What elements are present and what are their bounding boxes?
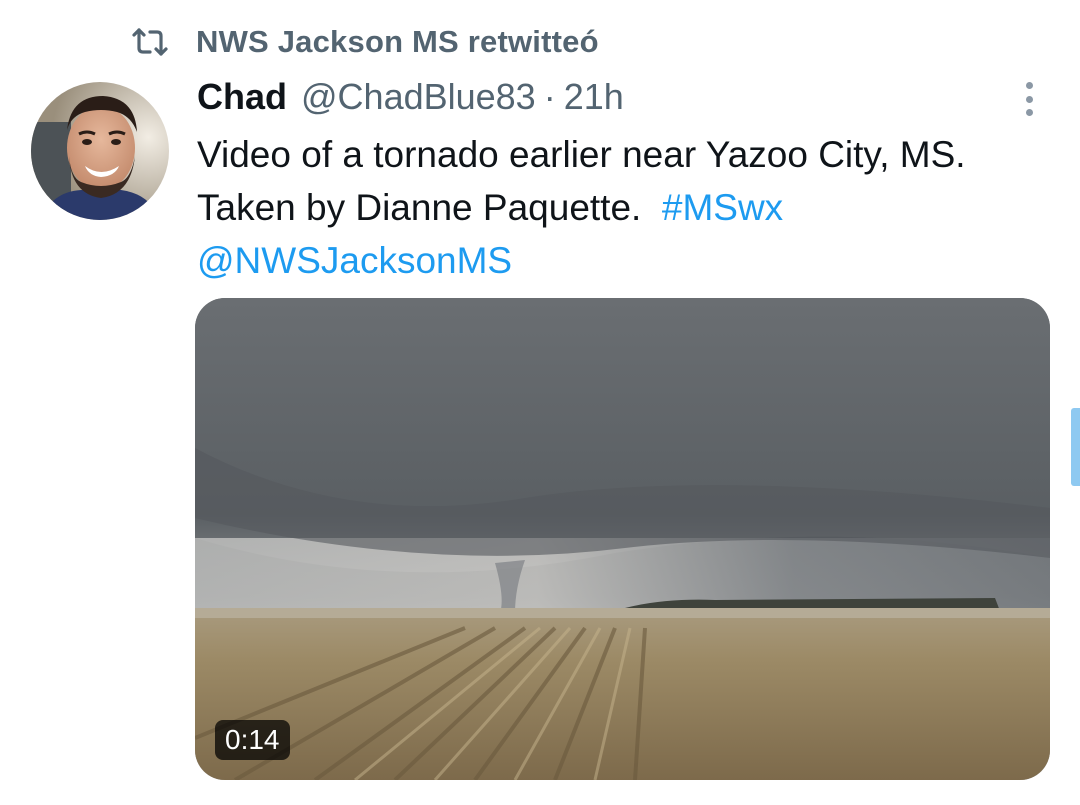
tweet-content: Chad @ChadBlue83 · 21h Video of a tornad… (197, 76, 1057, 287)
hashtag-link[interactable]: #MSwx (662, 187, 783, 228)
avatar[interactable] (31, 82, 169, 220)
mention-link[interactable]: @NWSJacksonMS (197, 240, 512, 281)
scrollbar-thumb[interactable] (1071, 408, 1080, 486)
video-player[interactable]: 0:14 (195, 298, 1050, 780)
more-vertical-icon-dot-3 (1025, 109, 1033, 116)
retweeted-by-label: NWS Jackson MS retwitteó (196, 24, 599, 59)
author-handle[interactable]: @ChadBlue83 (301, 76, 536, 118)
tweet-text-plain: Taken by Dianne Paquette. (197, 187, 642, 228)
more-vertical-icon (1025, 82, 1033, 89)
separator-dot: · (543, 76, 556, 117)
retweet-context[interactable]: NWS Jackson MS retwitteó (130, 22, 599, 62)
tweet-header: Chad @ChadBlue83 · 21h (197, 76, 1057, 122)
video-thumbnail (195, 298, 1050, 780)
tweet-text-line-1: Video of a tornado earlier near Yazoo Ci… (197, 134, 966, 175)
author-name[interactable]: Chad (197, 76, 287, 118)
retweet-icon (130, 26, 170, 58)
tweet-text-line-2: Taken by Dianne Paquette. #MSwx (197, 181, 1057, 234)
tweet-text-line-3: @NWSJacksonMS (197, 234, 1057, 287)
more-vertical-icon-dot-2 (1025, 95, 1033, 103)
tweet-card[interactable]: NWS Jackson MS retwitteó Chad @ChadBlue8… (0, 0, 1080, 805)
more-options-button[interactable] (1014, 82, 1044, 116)
video-duration-badge: 0:14 (215, 720, 290, 760)
tweet-text: Video of a tornado earlier near Yazoo Ci… (197, 128, 1057, 287)
tweet-timestamp[interactable]: 21h (564, 76, 624, 118)
